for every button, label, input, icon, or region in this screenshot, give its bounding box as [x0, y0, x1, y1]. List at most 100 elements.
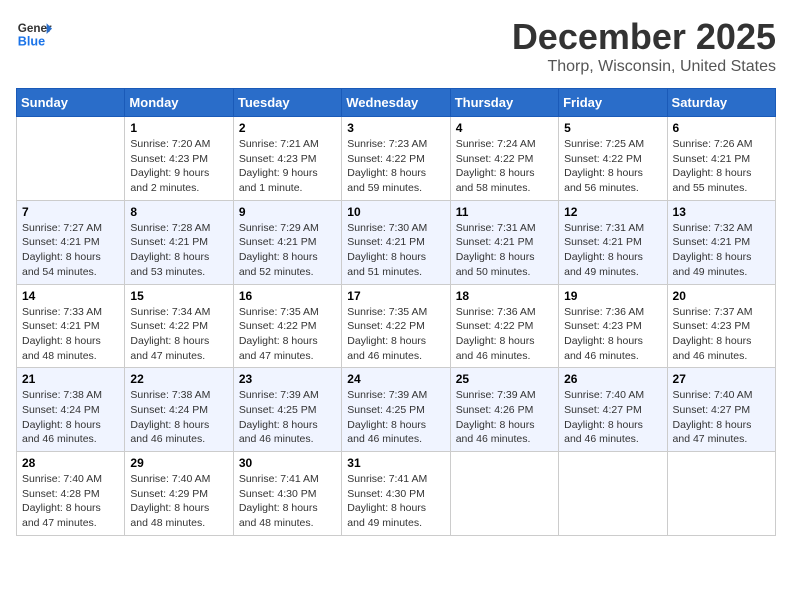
header: General Blue December 2025 Thorp, Wiscon…	[16, 16, 776, 76]
calendar-cell: 3 Sunrise: 7:23 AMSunset: 4:22 PMDaylight…	[342, 117, 450, 201]
col-header-friday: Friday	[559, 89, 667, 117]
calendar-cell: 25 Sunrise: 7:39 AMSunset: 4:26 PMDayligh…	[450, 368, 558, 452]
day-info: Sunrise: 7:31 AMSunset: 4:21 PMDaylight:…	[564, 221, 661, 280]
day-info: Sunrise: 7:41 AMSunset: 4:30 PMDaylight:…	[239, 472, 336, 531]
calendar-cell: 22 Sunrise: 7:38 AMSunset: 4:24 PMDayligh…	[125, 368, 233, 452]
calendar-cell: 16 Sunrise: 7:35 AMSunset: 4:22 PMDayligh…	[233, 284, 341, 368]
day-info: Sunrise: 7:39 AMSunset: 4:26 PMDaylight:…	[456, 388, 553, 447]
calendar-cell: 6 Sunrise: 7:26 AMSunset: 4:21 PMDaylight…	[667, 117, 775, 201]
day-info: Sunrise: 7:27 AMSunset: 4:21 PMDaylight:…	[22, 221, 119, 280]
day-info: Sunrise: 7:26 AMSunset: 4:21 PMDaylight:…	[673, 137, 770, 196]
day-info: Sunrise: 7:21 AMSunset: 4:23 PMDaylight:…	[239, 137, 336, 196]
day-info: Sunrise: 7:40 AMSunset: 4:27 PMDaylight:…	[564, 388, 661, 447]
calendar-cell: 26 Sunrise: 7:40 AMSunset: 4:27 PMDayligh…	[559, 368, 667, 452]
day-number: 19	[564, 289, 661, 303]
calendar-cell: 1 Sunrise: 7:20 AMSunset: 4:23 PMDaylight…	[125, 117, 233, 201]
day-info: Sunrise: 7:40 AMSunset: 4:29 PMDaylight:…	[130, 472, 227, 531]
day-number: 18	[456, 289, 553, 303]
day-info: Sunrise: 7:40 AMSunset: 4:27 PMDaylight:…	[673, 388, 770, 447]
day-number: 29	[130, 456, 227, 470]
calendar-cell: 5Sunrise: 7:25 AMSunset: 4:22 PMDaylight…	[559, 117, 667, 201]
calendar-cell	[450, 452, 558, 536]
day-info: Sunrise: 7:35 AMSunset: 4:22 PMDaylight:…	[239, 305, 336, 364]
day-number: 24	[347, 372, 444, 386]
calendar-cell	[667, 452, 775, 536]
day-number: 17	[347, 289, 444, 303]
day-number: 25	[456, 372, 553, 386]
day-info: Sunrise: 7:37 AMSunset: 4:23 PMDaylight:…	[673, 305, 770, 364]
day-info: Sunrise: 7:35 AMSunset: 4:22 PMDaylight:…	[347, 305, 444, 364]
day-info: Sunrise: 7:32 AMSunset: 4:21 PMDaylight:…	[673, 221, 770, 280]
day-info: Sunrise: 7:24 AMSunset: 4:22 PMDaylight:…	[456, 137, 553, 196]
day-info: Sunrise: 7:33 AMSunset: 4:21 PMDaylight:…	[22, 305, 119, 364]
week-row-1: 1 Sunrise: 7:20 AMSunset: 4:23 PMDaylight…	[17, 117, 776, 201]
day-info: Sunrise: 7:41 AMSunset: 4:30 PMDaylight:…	[347, 472, 444, 531]
day-number: 6	[673, 121, 770, 135]
day-number: 28	[22, 456, 119, 470]
day-number: 15	[130, 289, 227, 303]
calendar-cell: 29 Sunrise: 7:40 AMSunset: 4:29 PMDayligh…	[125, 452, 233, 536]
calendar-cell: 20 Sunrise: 7:37 AMSunset: 4:23 PMDayligh…	[667, 284, 775, 368]
header-row: SundayMondayTuesdayWednesdayThursdayFrid…	[17, 89, 776, 117]
day-number: 23	[239, 372, 336, 386]
col-header-wednesday: Wednesday	[342, 89, 450, 117]
month-title: December 2025	[512, 16, 776, 58]
calendar-cell: 11Sunrise: 7:31 AMSunset: 4:21 PMDayligh…	[450, 200, 558, 284]
day-number: 26	[564, 372, 661, 386]
day-info: Sunrise: 7:23 AMSunset: 4:22 PMDaylight:…	[347, 137, 444, 196]
day-info: Sunrise: 7:38 AMSunset: 4:24 PMDaylight:…	[22, 388, 119, 447]
col-header-tuesday: Tuesday	[233, 89, 341, 117]
day-number: 16	[239, 289, 336, 303]
calendar-cell: 10 Sunrise: 7:30 AMSunset: 4:21 PMDayligh…	[342, 200, 450, 284]
col-header-sunday: Sunday	[17, 89, 125, 117]
calendar-cell: 24 Sunrise: 7:39 AMSunset: 4:25 PMDayligh…	[342, 368, 450, 452]
calendar-cell: 28 Sunrise: 7:40 AMSunset: 4:28 PMDayligh…	[17, 452, 125, 536]
day-number: 9	[239, 205, 336, 219]
day-number: 12	[564, 205, 661, 219]
day-info: Sunrise: 7:30 AMSunset: 4:21 PMDaylight:…	[347, 221, 444, 280]
day-number: 10	[347, 205, 444, 219]
calendar-cell: 18 Sunrise: 7:36 AMSunset: 4:22 PMDayligh…	[450, 284, 558, 368]
day-info: Sunrise: 7:36 AMSunset: 4:22 PMDaylight:…	[456, 305, 553, 364]
calendar-cell: 15 Sunrise: 7:34 AMSunset: 4:22 PMDayligh…	[125, 284, 233, 368]
day-info: Sunrise: 7:31 AMSunset: 4:21 PMDaylight:…	[456, 221, 553, 280]
calendar-cell: 2 Sunrise: 7:21 AMSunset: 4:23 PMDaylight…	[233, 117, 341, 201]
day-number: 3	[347, 121, 444, 135]
week-row-5: 28 Sunrise: 7:40 AMSunset: 4:28 PMDayligh…	[17, 452, 776, 536]
calendar-cell: 8 Sunrise: 7:28 AMSunset: 4:21 PMDaylight…	[125, 200, 233, 284]
logo: General Blue	[16, 16, 52, 52]
day-info: Sunrise: 7:39 AMSunset: 4:25 PMDaylight:…	[347, 388, 444, 447]
day-number: 21	[22, 372, 119, 386]
calendar-cell: 17 Sunrise: 7:35 AMSunset: 4:22 PMDayligh…	[342, 284, 450, 368]
day-number: 8	[130, 205, 227, 219]
calendar-cell: 7 Sunrise: 7:27 AMSunset: 4:21 PMDaylight…	[17, 200, 125, 284]
day-number: 27	[673, 372, 770, 386]
day-info: Sunrise: 7:36 AMSunset: 4:23 PMDaylight:…	[564, 305, 661, 364]
day-info: Sunrise: 7:34 AMSunset: 4:22 PMDaylight:…	[130, 305, 227, 364]
day-info: Sunrise: 7:38 AMSunset: 4:24 PMDaylight:…	[130, 388, 227, 447]
day-info: Sunrise: 7:28 AMSunset: 4:21 PMDaylight:…	[130, 221, 227, 280]
calendar-cell: 30Sunrise: 7:41 AMSunset: 4:30 PMDayligh…	[233, 452, 341, 536]
calendar-cell: 27 Sunrise: 7:40 AMSunset: 4:27 PMDayligh…	[667, 368, 775, 452]
title-area: December 2025 Thorp, Wisconsin, United S…	[512, 16, 776, 76]
day-number: 2	[239, 121, 336, 135]
day-number: 22	[130, 372, 227, 386]
day-number: 4	[456, 121, 553, 135]
day-number: 14	[22, 289, 119, 303]
calendar-cell: 23 Sunrise: 7:39 AMSunset: 4:25 PMDayligh…	[233, 368, 341, 452]
calendar-cell: 4 Sunrise: 7:24 AMSunset: 4:22 PMDaylight…	[450, 117, 558, 201]
day-info: Sunrise: 7:29 AMSunset: 4:21 PMDaylight:…	[239, 221, 336, 280]
week-row-2: 7 Sunrise: 7:27 AMSunset: 4:21 PMDaylight…	[17, 200, 776, 284]
day-info: Sunrise: 7:39 AMSunset: 4:25 PMDaylight:…	[239, 388, 336, 447]
col-header-thursday: Thursday	[450, 89, 558, 117]
day-number: 31	[347, 456, 444, 470]
day-info: Sunrise: 7:20 AMSunset: 4:23 PMDaylight:…	[130, 137, 227, 196]
day-number: 1	[130, 121, 227, 135]
calendar-cell: 14 Sunrise: 7:33 AMSunset: 4:21 PMDayligh…	[17, 284, 125, 368]
day-info: Sunrise: 7:40 AMSunset: 4:28 PMDaylight:…	[22, 472, 119, 531]
day-number: 7	[22, 205, 119, 219]
svg-text:Blue: Blue	[18, 35, 45, 49]
calendar-cell: 12 Sunrise: 7:31 AMSunset: 4:21 PMDayligh…	[559, 200, 667, 284]
day-number: 5	[564, 121, 661, 135]
day-number: 20	[673, 289, 770, 303]
